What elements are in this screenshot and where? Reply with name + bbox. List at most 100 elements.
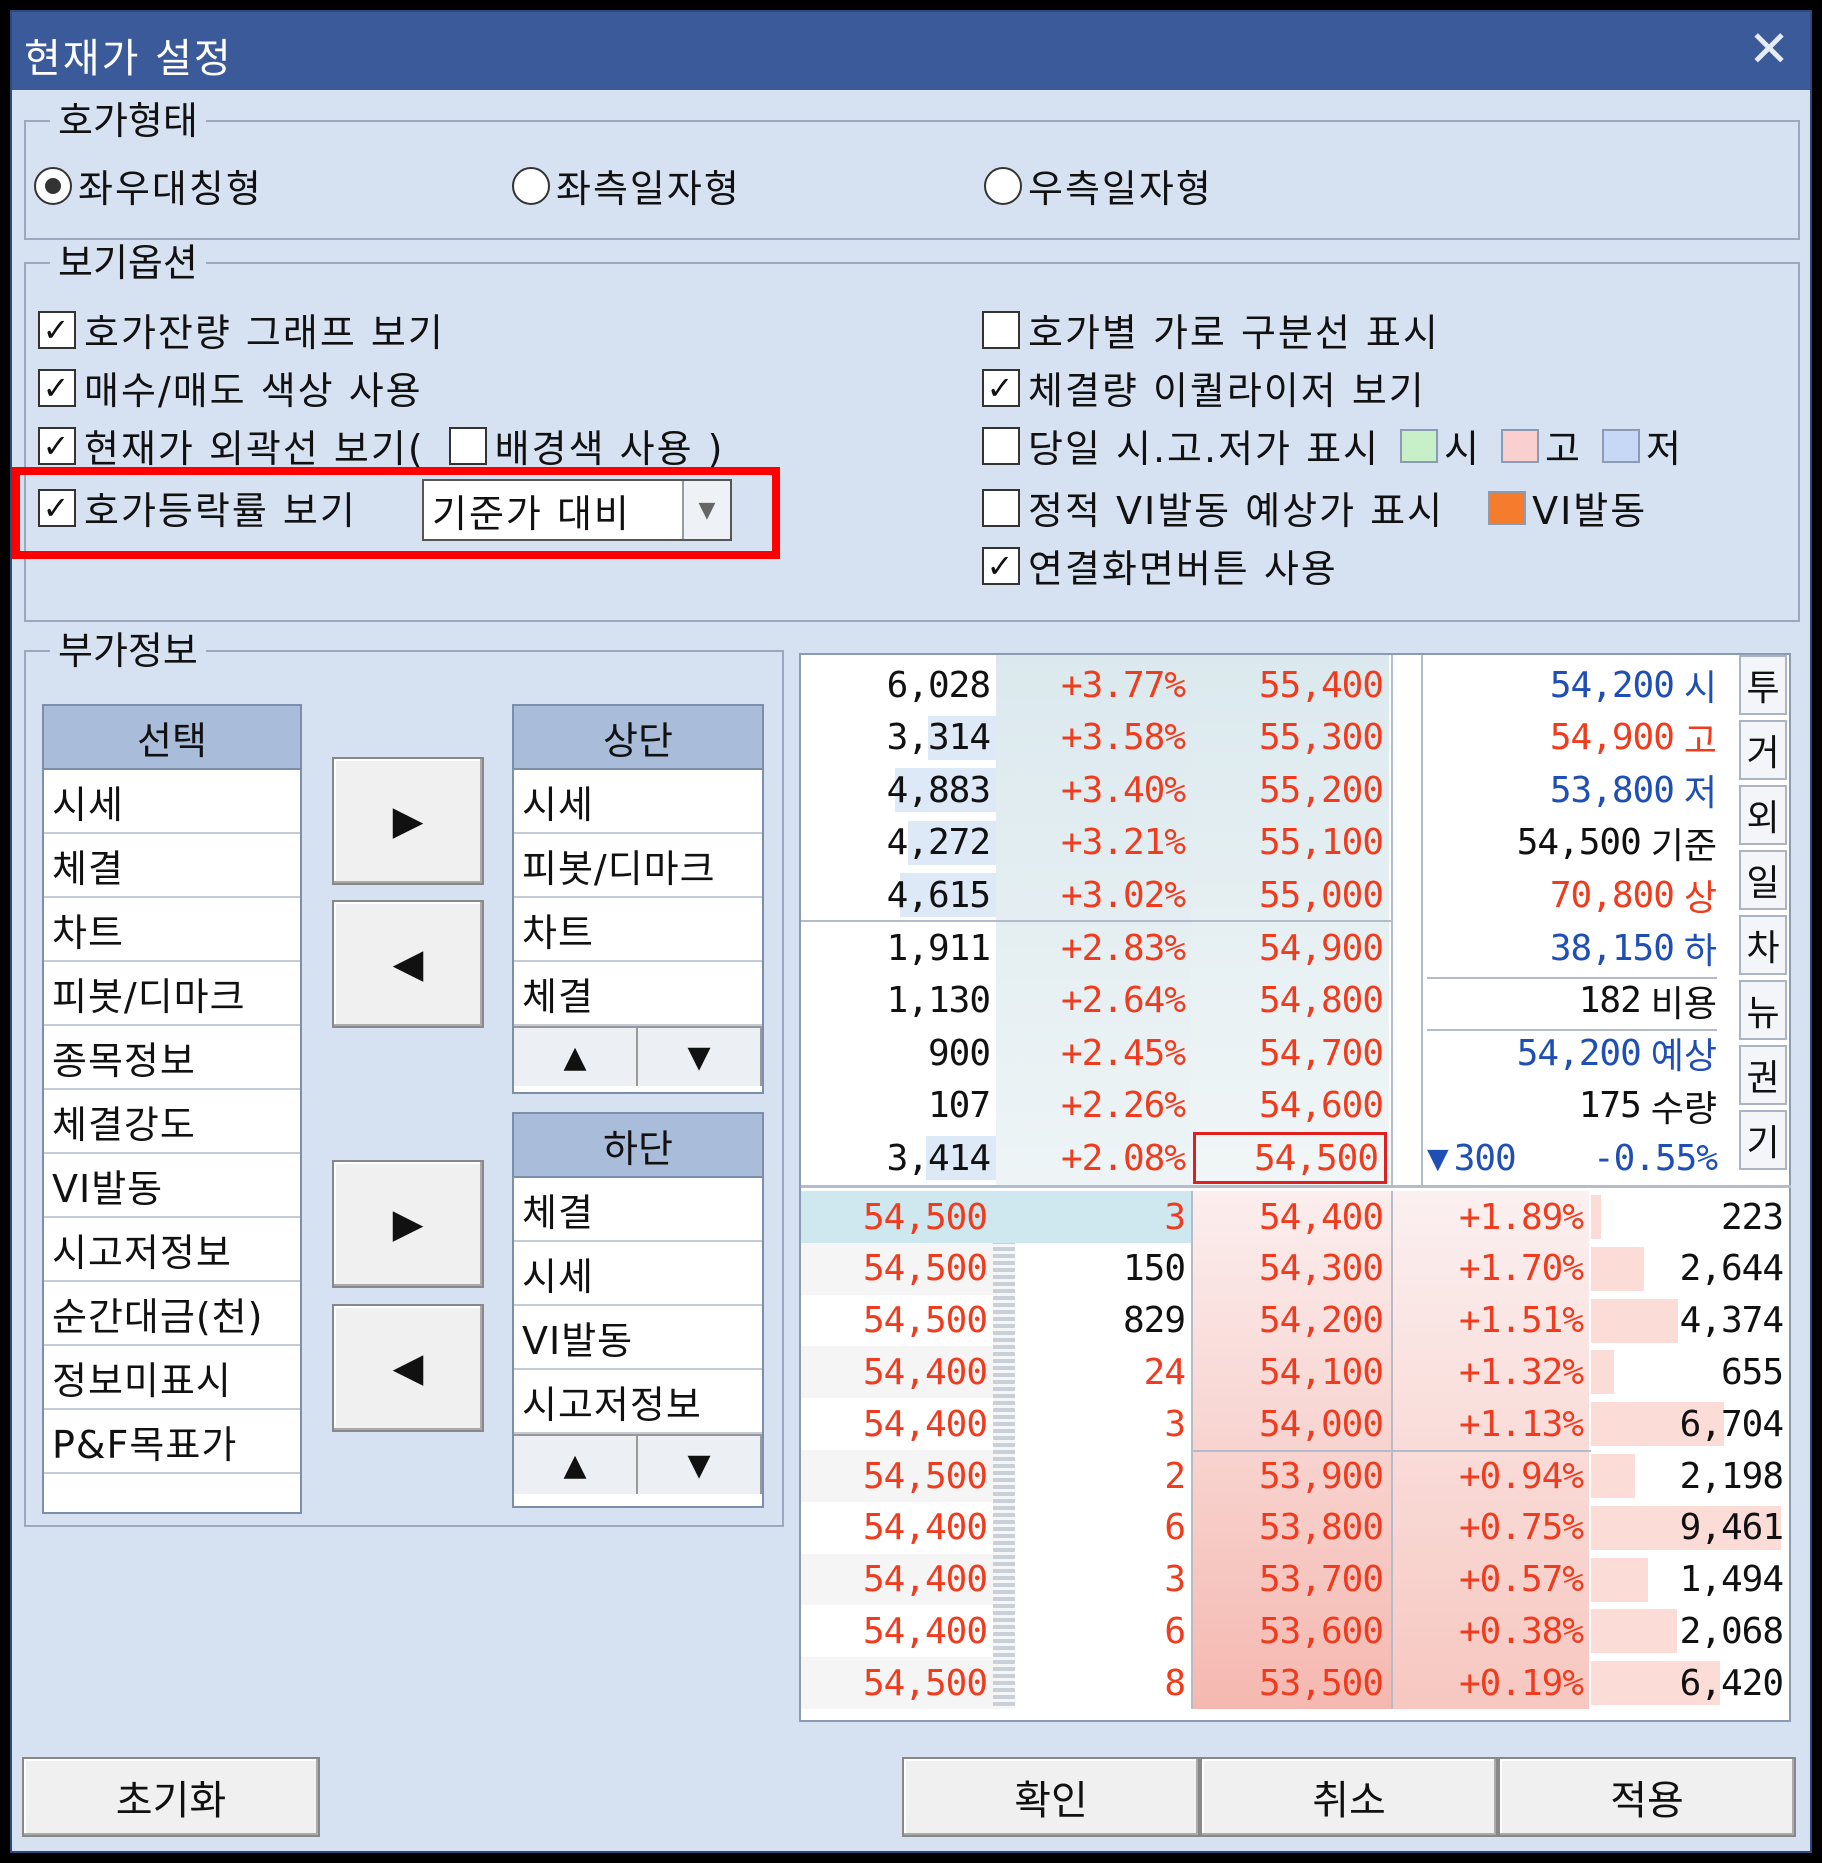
bid-price[interactable]: 53,800 — [1191, 1502, 1389, 1554]
view-option-right[interactable]: 당일 시.고.저가 표시 시 고 저 — [982, 418, 1683, 473]
bid-price[interactable]: 54,400 — [1191, 1191, 1389, 1243]
list-item[interactable]: 순간대금(천) — [44, 1282, 300, 1346]
vi-color-swatch[interactable] — [1488, 490, 1527, 525]
ask-price[interactable]: 54,600 — [1191, 1080, 1389, 1132]
bid-price[interactable]: 54,300 — [1191, 1243, 1389, 1295]
list-item[interactable]: 시고저정보 — [514, 1370, 762, 1434]
select-listbox[interactable]: 선택 시세 체결 차트 피봇/디마크 종목정보 체결강도 VI발동 시고저정보 순간대금(천) 정… — [42, 704, 302, 1514]
col-divider — [1391, 1191, 1393, 1709]
hoga-type-option[interactable]: 좌측일자형 — [512, 158, 741, 213]
view-option-right[interactable]: 정적 VI발동 예상가 표시 VI발동 — [982, 480, 1647, 535]
move-up-button[interactable]: ▲ — [514, 1026, 638, 1086]
ask-price[interactable]: 54,800 — [1191, 975, 1389, 1027]
move-up-button[interactable]: ▲ — [514, 1434, 638, 1494]
ask-qty: 1,911 — [886, 927, 991, 969]
radio-icon[interactable] — [34, 166, 72, 205]
side-tab-button[interactable]: 기 — [1739, 1110, 1787, 1170]
move-down-button[interactable]: ▼ — [638, 1434, 762, 1494]
move-right-button-top[interactable]: ▶ — [332, 757, 484, 885]
side-tab-button[interactable]: 권 — [1739, 1045, 1787, 1105]
move-left-button-bottom[interactable]: ◀ — [332, 1304, 484, 1432]
list-item[interactable]: 체결강도 — [44, 1090, 300, 1154]
view-option-right[interactable]: ✓ 연결화면버튼 사용 — [982, 538, 1338, 593]
color-swatch[interactable] — [1400, 428, 1438, 463]
checkbox-icon[interactable]: ✓ — [38, 426, 76, 465]
list-item[interactable]: 체결 — [44, 834, 300, 898]
side-tab-button[interactable]: 뉴 — [1739, 980, 1787, 1040]
view-option-left[interactable]: ✓ 호가등락률 보기 — [38, 480, 357, 535]
list-item[interactable]: 차트 — [44, 898, 300, 962]
ask-price[interactable]: 55,000 — [1191, 869, 1389, 921]
side-tab-button[interactable]: 거 — [1739, 720, 1787, 780]
checkbox-icon[interactable] — [982, 426, 1020, 465]
list-item[interactable]: 피봇/디마크 — [514, 834, 762, 898]
ask-price[interactable]: 54,700 — [1191, 1027, 1389, 1079]
list-item[interactable]: 시세 — [44, 770, 300, 834]
bg-color-checkbox[interactable] — [448, 426, 487, 465]
checkbox-icon[interactable] — [982, 488, 1020, 527]
list-item[interactable]: 체결 — [514, 1178, 762, 1242]
bid-price[interactable]: 54,200 — [1191, 1295, 1389, 1347]
list-item[interactable]: 시고저정보 — [44, 1218, 300, 1282]
checkbox-icon[interactable]: ✓ — [982, 368, 1020, 407]
color-swatch[interactable] — [1500, 428, 1539, 463]
bid-price[interactable]: 54,000 — [1191, 1398, 1389, 1450]
bottom-listbox[interactable]: 하단 체결 시세 VI발동 시고저정보 ▲ ▼ — [512, 1112, 764, 1508]
list-item[interactable]: VI발동 — [514, 1306, 762, 1370]
move-left-button-top[interactable]: ◀ — [332, 900, 484, 1028]
color-swatch[interactable] — [1601, 428, 1640, 463]
list-item[interactable]: VI발동 — [44, 1154, 300, 1218]
reset-button[interactable]: 초기화 — [22, 1757, 320, 1837]
view-option-right[interactable]: 호가별 가로 구분선 표시 — [982, 302, 1440, 357]
list-item[interactable]: 시세 — [514, 770, 762, 834]
list-item[interactable]: 종목정보 — [44, 1026, 300, 1090]
rate-base-combo[interactable]: 기준가 대비 ▼ — [422, 479, 732, 541]
hoga-type-option[interactable]: 우측일자형 — [984, 158, 1213, 213]
side-tab-button[interactable]: 차 — [1739, 915, 1787, 975]
ask-price[interactable]: 54,900 — [1191, 922, 1389, 974]
bid-price[interactable]: 53,700 — [1191, 1554, 1389, 1606]
side-tab-button[interactable]: 일 — [1739, 850, 1787, 910]
radio-icon[interactable] — [984, 166, 1022, 205]
ask-price[interactable]: 55,200 — [1191, 764, 1389, 816]
list-item[interactable]: 시세 — [514, 1242, 762, 1306]
view-option-left[interactable]: ✓ 호가잔량 그래프 보기 — [38, 302, 445, 357]
side-info-row: 54,900 고 — [1423, 712, 1723, 764]
ask-price[interactable]: 55,400 — [1191, 659, 1389, 711]
cancel-button[interactable]: 취소 — [1200, 1757, 1498, 1837]
checkbox-icon[interactable]: ✓ — [38, 310, 76, 349]
side-tab-button[interactable]: 외 — [1739, 785, 1787, 845]
hoga-type-option[interactable]: 좌우대칭형 — [34, 158, 263, 213]
view-option-left[interactable]: ✓ 매수/매도 색상 사용 — [38, 360, 423, 415]
apply-button[interactable]: 적용 — [1498, 1757, 1796, 1837]
checkbox-icon[interactable]: ✓ — [38, 368, 76, 407]
bid-price[interactable]: 54,100 — [1191, 1346, 1389, 1398]
checkbox-icon[interactable]: ✓ — [38, 488, 76, 527]
side-info-row: 54,200 시 — [1423, 659, 1723, 711]
side-tab-button[interactable]: 투 — [1739, 655, 1787, 715]
list-item[interactable]: 피봇/디마크 — [44, 962, 300, 1026]
bid-price[interactable]: 53,600 — [1191, 1605, 1389, 1657]
checkbox-icon[interactable]: ✓ — [982, 546, 1020, 585]
bid-price[interactable]: 53,500 — [1191, 1657, 1389, 1709]
checkbox-icon[interactable] — [982, 310, 1020, 349]
top-listbox[interactable]: 상단 시세 피봇/디마크 차트 체결 ▲ ▼ — [512, 704, 764, 1094]
view-option-left[interactable]: ✓ 현재가 외곽선 보기(배경색 사용 ) — [38, 418, 724, 473]
view-option-right[interactable]: ✓ 체결량 이퀄라이저 보기 — [982, 360, 1426, 415]
exec-price: 54,400 — [862, 1507, 988, 1549]
list-item[interactable]: 정보미표시 — [44, 1346, 300, 1410]
title-bar[interactable]: 현재가 설정 ✕ — [12, 12, 1810, 90]
radio-icon[interactable] — [512, 166, 550, 205]
chevron-down-icon[interactable]: ▼ — [682, 481, 730, 539]
move-right-button-bottom[interactable]: ▶ — [332, 1160, 484, 1288]
list-item[interactable]: 체결 — [514, 962, 762, 1026]
list-item[interactable]: P&F목표가 — [44, 1410, 300, 1474]
ask-price[interactable]: 55,100 — [1191, 817, 1389, 869]
move-down-button[interactable]: ▼ — [638, 1026, 762, 1086]
ask-price[interactable]: 54,500 — [1193, 1132, 1387, 1185]
bid-price[interactable]: 53,900 — [1191, 1450, 1389, 1502]
close-icon[interactable]: ✕ — [1748, 20, 1790, 78]
ok-button[interactable]: 확인 — [902, 1757, 1200, 1837]
list-item[interactable]: 차트 — [514, 898, 762, 962]
ask-price[interactable]: 55,300 — [1191, 712, 1389, 764]
